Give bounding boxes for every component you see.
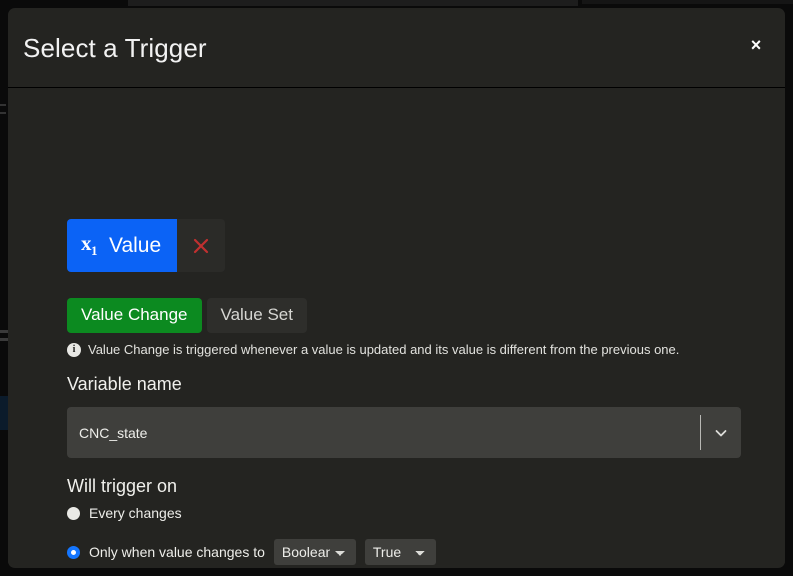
chevron-down-icon[interactable] xyxy=(701,425,741,441)
background-top-bar-secondary xyxy=(582,0,793,4)
trigger-mode-tabs: Value Change Value Set xyxy=(67,298,307,334)
variable-name-value: CNC_state xyxy=(79,424,148,441)
close-x-icon xyxy=(194,238,209,253)
screen: Select a Trigger × x1 Value Value Change… xyxy=(0,0,793,576)
select-trigger-modal: Select a Trigger × x1 Value Value Change… xyxy=(8,8,785,568)
radio-every-changes[interactable] xyxy=(67,506,80,520)
selected-trigger-chip-row: x1 Value xyxy=(67,219,226,272)
trigger-info-line: i Value Change is triggered whenever a v… xyxy=(67,342,679,357)
tab-value-set[interactable]: Value Set xyxy=(206,298,307,334)
background-top-bar xyxy=(128,0,578,6)
value-target-select[interactable]: TrueFalse xyxy=(364,539,436,565)
background-strip-grey-b xyxy=(0,338,8,341)
page-title: Select a Trigger xyxy=(23,33,207,63)
close-icon[interactable]: × xyxy=(745,34,767,56)
radio-every-changes-label: Every changes xyxy=(89,505,182,521)
value-type-select[interactable]: BooleanNumberString xyxy=(273,539,356,565)
trigger-chip-label: Value xyxy=(109,233,162,257)
modal-header: Select a Trigger × xyxy=(8,8,785,88)
variable-name-select[interactable]: CNC_state xyxy=(67,407,741,458)
radio-row-only-when-value-changes[interactable]: Only when value changes to BooleanNumber… xyxy=(67,539,436,565)
tab-value-change[interactable]: Value Change xyxy=(67,298,202,334)
background-strip-grey-a xyxy=(0,330,8,333)
variable-name-label: Variable name xyxy=(67,374,182,394)
variable-subscript-icon: x1 xyxy=(81,231,98,259)
background-strip-grey-d xyxy=(0,112,6,114)
radio-only-when-value-changes-label: Only when value changes to xyxy=(89,544,265,560)
trigger-info-text: Value Change is triggered whenever a val… xyxy=(88,342,680,357)
radio-row-every-changes[interactable]: Every changes xyxy=(67,505,182,521)
info-circle-icon: i xyxy=(67,342,81,357)
remove-trigger-button[interactable] xyxy=(177,219,226,272)
background-strip-grey-c xyxy=(0,104,6,106)
trigger-chip-value[interactable]: x1 Value xyxy=(67,219,178,272)
will-trigger-on-label: Will trigger on xyxy=(67,476,178,496)
modal-body: x1 Value Value Change Value Set i Value xyxy=(8,88,785,567)
radio-only-when-value-changes[interactable] xyxy=(67,545,80,559)
